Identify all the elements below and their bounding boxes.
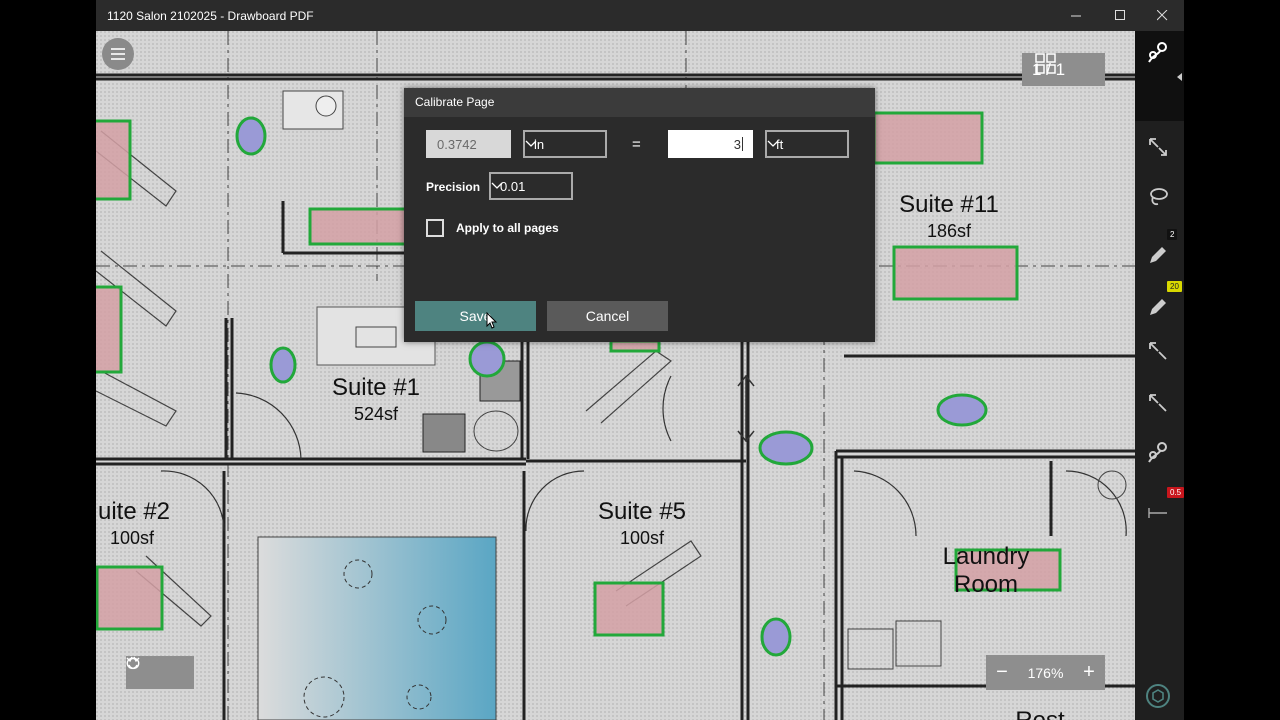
shape-tool-button[interactable]: [1135, 333, 1180, 369]
label-suite-11: Suite #11: [899, 191, 999, 218]
label-suite-2: uite #2: [98, 498, 170, 525]
menu-line-icon: [111, 53, 125, 55]
line-tool-icon: [1148, 394, 1167, 412]
select-tool-button[interactable]: [1135, 129, 1180, 165]
zoom-in-button[interactable]: +: [1073, 661, 1105, 684]
measured-value: 0.3742: [437, 136, 477, 152]
real-value: 3: [733, 136, 741, 152]
highlighter-icon: [1149, 299, 1166, 315]
label-suite-5-area: 100sf: [620, 528, 665, 548]
title-bar: 1120 Salon 2102025 - Drawboard PDF: [96, 0, 1184, 31]
chevron-down-icon: [525, 140, 537, 147]
close-button[interactable]: [1140, 0, 1184, 31]
ruler-icon: [1147, 508, 1167, 518]
hexagon-settings-icon: [1145, 684, 1170, 708]
menu-line-icon: [111, 58, 125, 60]
apply-all-pages-checkbox[interactable]: [426, 219, 444, 237]
cancel-button[interactable]: Cancel: [547, 301, 668, 331]
zoom-out-button[interactable]: −: [986, 661, 1018, 684]
calibrate-tool-button[interactable]: [1135, 35, 1180, 71]
pen-tool-button[interactable]: 2: [1135, 229, 1180, 273]
label-suite-5: Suite #5: [598, 498, 686, 525]
highlighter-badge: 20: [1167, 281, 1182, 292]
chair-dark: [422, 413, 466, 453]
label-laundry: Laundry: [943, 543, 1030, 570]
save-button[interactable]: Save: [415, 301, 536, 331]
apply-all-pages-label[interactable]: Apply to all pages: [456, 221, 559, 235]
equals-sign: =: [632, 136, 641, 153]
measure-tool-icon: [1147, 442, 1167, 463]
maximize-button[interactable]: [1098, 0, 1142, 31]
chevron-down-icon: [491, 182, 503, 189]
label-suite-2-area: 100sf: [110, 528, 155, 548]
chevron-down-icon: [767, 140, 779, 147]
maximize-icon: [1114, 10, 1125, 20]
measured-unit-select[interactable]: in: [523, 130, 607, 158]
distance-tool-button[interactable]: 0.5: [1135, 487, 1185, 531]
zoom-level: 176%: [1027, 664, 1064, 681]
arrow-tool-icon: [1148, 342, 1167, 360]
label-suite-1-area: 524sf: [354, 404, 399, 424]
page-indicator[interactable]: 1 / 1: [1022, 53, 1105, 86]
sink-basin: [315, 95, 337, 117]
lasso-tool-button[interactable]: [1135, 179, 1180, 215]
pool-area: [257, 536, 497, 720]
precision-value: 0.01: [500, 178, 526, 194]
lasso-icon: [1149, 188, 1168, 206]
mouse-pointer-icon: [486, 312, 498, 329]
precision-label: Precision: [426, 180, 481, 194]
main-menu-button[interactable]: [102, 38, 134, 70]
zoom-control: − 176% +: [986, 655, 1105, 690]
pen-badge: 2: [1167, 229, 1178, 240]
real-unit-select[interactable]: ft: [765, 130, 849, 158]
calibrate-page-dialog: Calibrate Page 0.3742 in = 3 ft Precisio…: [404, 88, 875, 342]
label-rest: Rest: [1015, 707, 1065, 720]
undo-redo-panel: [126, 656, 194, 689]
select-arrow-icon: [1148, 138, 1167, 156]
close-icon: [1156, 10, 1167, 21]
line-tool-button[interactable]: [1135, 385, 1180, 421]
cancel-button-label: Cancel: [585, 308, 630, 324]
pen-icon: [1149, 247, 1166, 263]
settings-button[interactable]: [1135, 678, 1180, 714]
calibrate-tool-icon: [1147, 42, 1167, 63]
text-caret: [742, 137, 743, 151]
highlighter-tool-button[interactable]: 20: [1135, 281, 1182, 325]
label-room: Room: [954, 571, 1018, 598]
minimize-button[interactable]: [1054, 0, 1098, 31]
tools-rail: 2 20 0.5: [1135, 31, 1185, 720]
precision-select[interactable]: 0.01: [489, 172, 573, 200]
window-title: 1120 Salon 2102025 - Drawboard PDF: [107, 9, 314, 23]
redo-button[interactable]: [126, 656, 194, 689]
dialog-title: Calibrate Page: [404, 88, 875, 117]
measure-badge: 0.5: [1167, 487, 1185, 498]
grid-view-icon[interactable]: [1035, 53, 1057, 75]
measured-value-field: 0.3742: [426, 130, 511, 158]
app-window: 1120 Salon 2102025 - Drawboard PDF Suite…: [96, 0, 1185, 720]
label-suite-1: Suite #1: [332, 374, 420, 401]
menu-line-icon: [111, 48, 125, 50]
label-suite-11-area: 186sf: [927, 221, 972, 241]
minimize-icon: [1070, 15, 1081, 17]
collapse-caret-icon[interactable]: [1177, 73, 1183, 81]
redo-icon: [126, 656, 140, 670]
real-value-input[interactable]: 3: [668, 130, 753, 158]
measure-tool-button[interactable]: [1135, 435, 1180, 471]
document-canvas[interactable]: Suite #11 186sf Suite #1 524sf uite #2 1…: [96, 31, 1135, 720]
